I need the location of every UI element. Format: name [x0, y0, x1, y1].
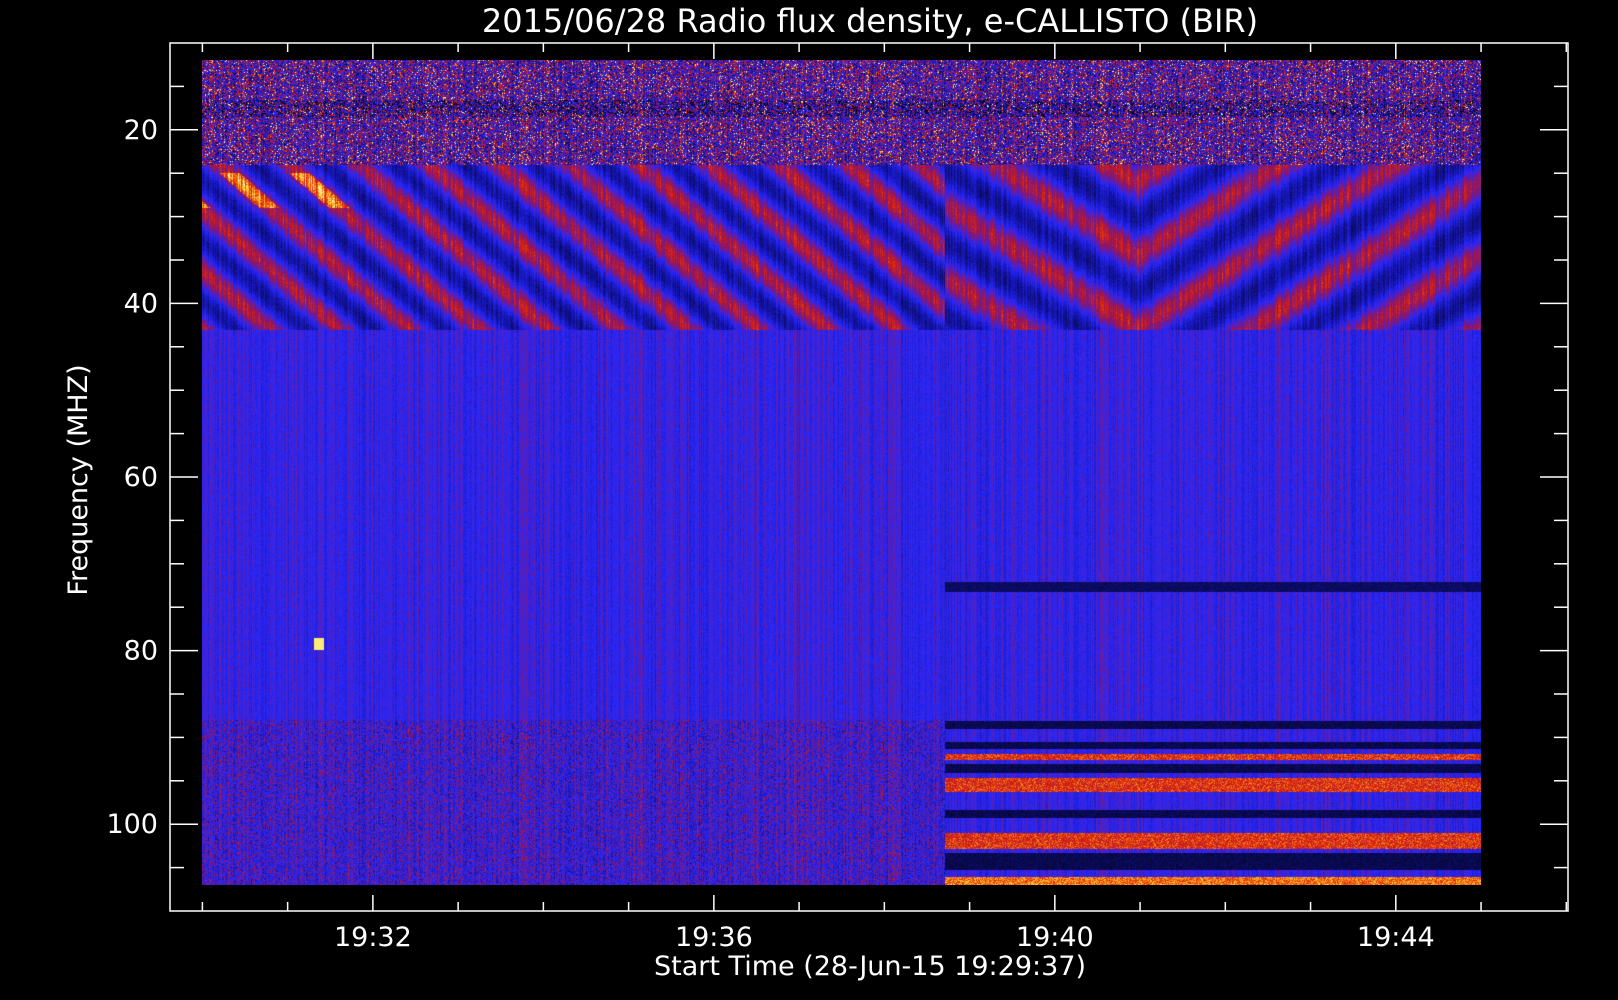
x-axis-label: Start Time (28-Jun-15 19:29:37) [654, 951, 1086, 982]
x-tick-label: 19:40 [1016, 922, 1094, 953]
y-tick-label: 20 [124, 115, 158, 146]
x-tick-label: 19:32 [334, 922, 412, 953]
spectrogram-pixels [202, 60, 1481, 885]
x-tick-label: 19:36 [675, 922, 753, 953]
chart-title: 2015/06/28 Radio flux density, e-CALLIST… [482, 2, 1258, 40]
y-tick-label: 100 [106, 809, 158, 840]
y-tick-label: 80 [124, 636, 158, 667]
y-axis-label: Frequency (MHZ) [63, 364, 94, 595]
spectrogram-image [202, 60, 1481, 885]
y-tick-label: 40 [124, 288, 158, 319]
x-tick-label: 19:44 [1357, 922, 1435, 953]
y-tick-label: 60 [124, 462, 158, 493]
spectrogram-chart: 2015/06/28 Radio flux density, e-CALLIST… [0, 0, 1618, 1000]
